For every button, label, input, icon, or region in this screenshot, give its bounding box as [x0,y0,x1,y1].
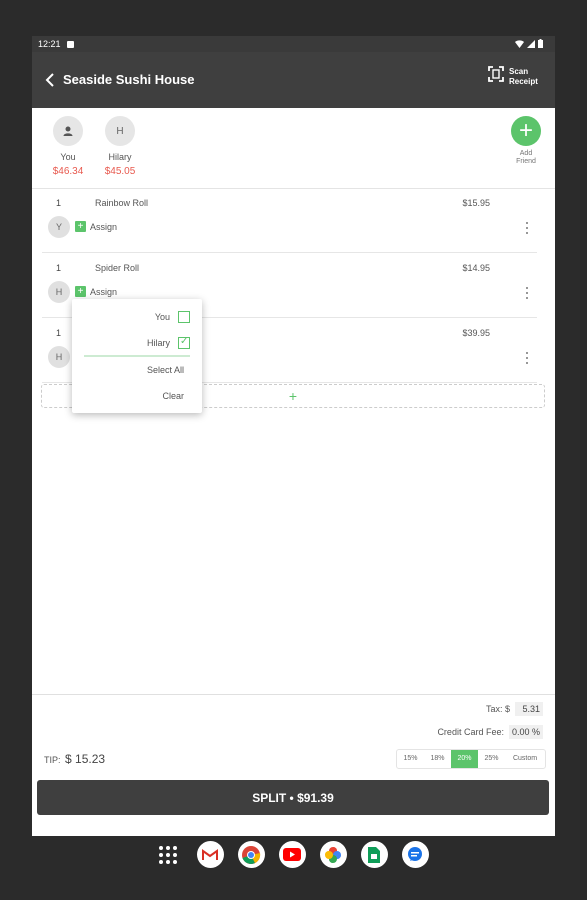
split-button[interactable]: SPLIT • $91.39 [37,780,549,815]
popup-divider [84,355,190,357]
item-price[interactable]: $15.95 [462,198,490,208]
assign-popup: You Hilary ✓ Select All Clear [72,299,202,413]
youtube-icon[interactable] [278,841,306,868]
messages-icon[interactable] [401,841,429,868]
checkbox-unchecked[interactable] [178,311,190,323]
plus-icon: + [511,116,541,146]
friend-name: Hilary [108,152,132,162]
notification-icon [66,40,74,48]
item-name[interactable]: Spider Roll [95,263,139,273]
back-arrow-icon[interactable] [40,69,62,91]
page-title: Seaside Sushi House [63,72,195,87]
friends-row: You $46.34 H Hilary $45.05 + Add Friend [32,108,555,189]
signal-icon [527,39,535,50]
more-vert-icon[interactable] [525,222,529,234]
check-icon: ✓ [180,336,189,347]
assign-label: Assign [90,286,118,297]
app-bar: Seaside Sushi House Scan Receipt [32,52,555,108]
cc-fee-label: Credit Card Fee: [437,727,504,737]
more-vert-icon[interactable] [525,287,529,299]
add-friend-button[interactable]: + Add Friend [509,116,543,166]
assign-option-you[interactable]: You [155,311,190,323]
tip-option-custom[interactable]: Custom [505,750,545,768]
clear-button[interactable]: Clear [162,391,184,401]
option-label: Hilary [146,338,170,348]
friend-amount: $46.34 [52,166,84,177]
item-price[interactable]: $39.95 [462,328,490,338]
tip-option-25[interactable]: 25% [478,750,505,768]
cc-fee-row: Credit Card Fee: 0.00 % [437,725,543,739]
gmail-icon[interactable] [196,841,224,868]
assign-button[interactable]: + Assign [75,221,117,232]
tax-row: Tax: $ 5.31 [486,702,543,716]
tip-option-15[interactable]: 15% [397,750,424,768]
option-label: You [154,312,170,322]
avatar: H [105,116,135,146]
item-name[interactable]: Rainbow Roll [95,198,148,208]
assignee-chip: Y [48,216,70,238]
divider [32,694,555,695]
scan-receipt-button[interactable]: Scan Receipt [488,66,543,87]
item-qty[interactable]: 1 [56,198,61,208]
assign-label: Assign [90,221,118,232]
plus-icon: + [75,286,86,297]
chrome-icon[interactable] [237,841,265,868]
dock-bar [32,836,555,873]
select-all-button[interactable]: Select All [147,365,184,375]
avatar [53,116,83,146]
item-qty[interactable]: 1 [56,328,61,338]
scan-receipt-label: Scan Receipt [509,66,538,86]
photos-icon[interactable] [319,841,347,868]
apps-grid-icon[interactable] [158,845,177,864]
tax-input[interactable]: 5.31 [515,702,543,716]
status-time: 12:21 [38,39,61,49]
friend-name: You [60,152,76,162]
friend-amount: $45.05 [104,166,136,177]
item-qty[interactable]: 1 [56,263,61,273]
checkbox-checked[interactable]: ✓ [178,336,190,349]
more-vert-icon[interactable] [525,352,529,364]
wifi-icon [515,39,524,50]
tip-amount[interactable]: $ 15.23 [65,752,105,766]
item-price[interactable]: $14.95 [462,263,490,273]
assign-option-hilary[interactable]: Hilary ✓ [146,336,190,349]
app-screen: 12:21 Seaside Sushi House Scan Receipt Y… [32,36,555,873]
cc-fee-input[interactable]: 0.00 % [508,725,543,739]
assignee-chip: H [48,346,70,368]
friend-hilary[interactable]: H Hilary $45.05 [97,116,143,177]
tip-options: 15% 18% 20% 25% Custom [396,749,546,769]
tip-option-18[interactable]: 18% [424,750,451,768]
assignee-chip: H [48,281,70,303]
add-friend-label: Add Friend [516,150,536,165]
assign-button[interactable]: + Assign [75,286,117,297]
plus-icon: + [75,221,86,232]
sheets-icon[interactable] [360,841,388,868]
tip-option-20[interactable]: 20% [451,750,478,768]
status-bar: 12:21 [32,36,555,52]
friend-you[interactable]: You $46.34 [45,116,91,177]
tax-label: Tax: $ [485,704,510,714]
tip-row: TIP: $ 15.23 [44,752,105,766]
plus-icon: + [288,388,298,404]
list-item: 1 Rainbow Roll $15.95 Y + Assign [42,188,537,253]
person-icon [63,126,73,136]
battery-icon [538,39,543,50]
tip-label: TIP: [44,755,61,765]
scan-icon [488,66,504,87]
